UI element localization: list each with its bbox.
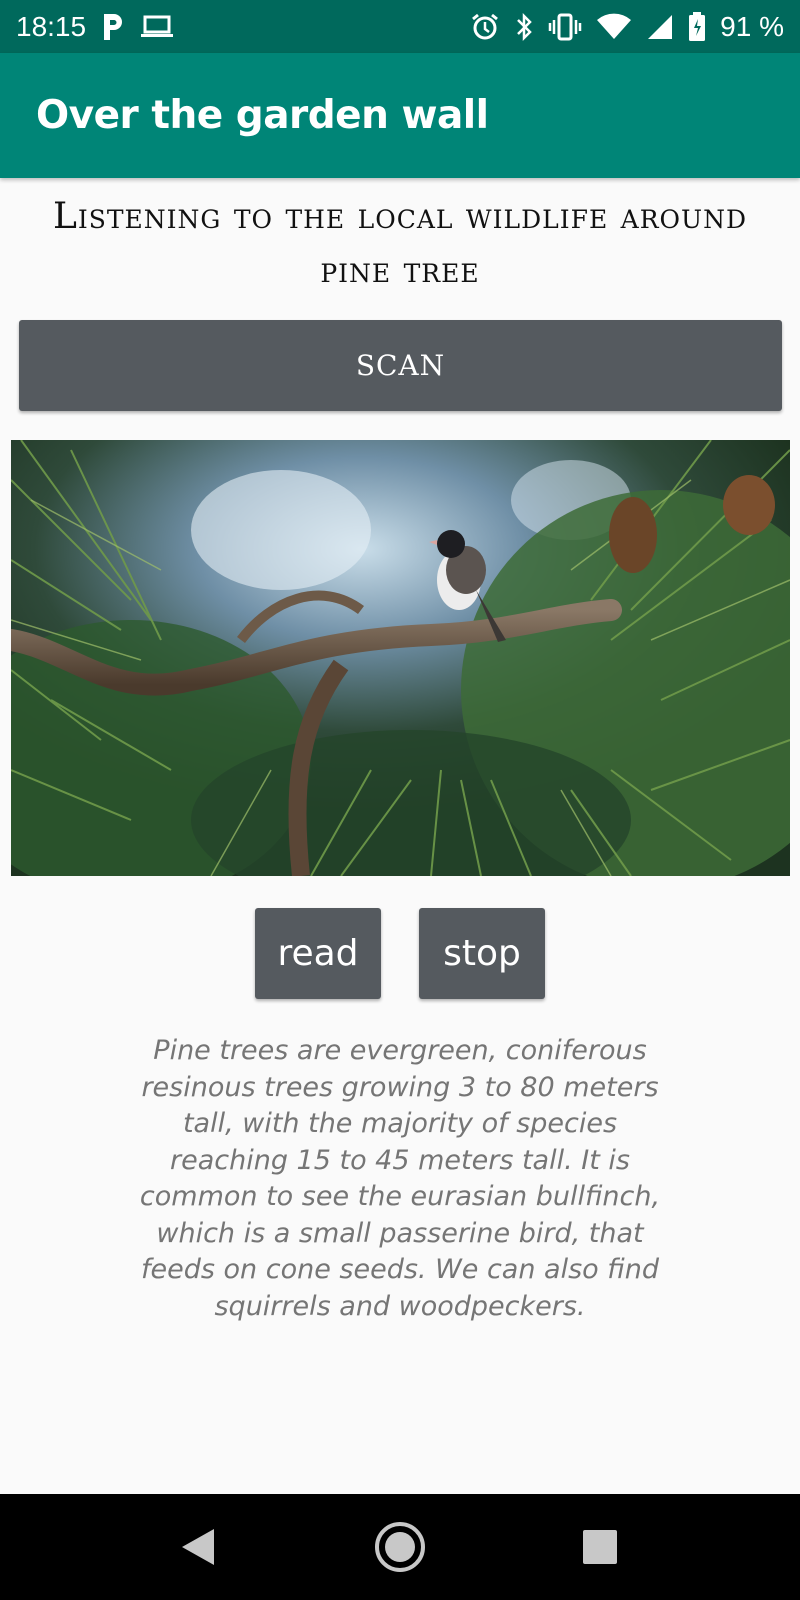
- status-time: 18:15: [16, 10, 87, 42]
- page-headline: Listening to the local wildlife around p…: [52, 196, 748, 291]
- status-bar: 18:15 91 %: [0, 0, 800, 53]
- laptop-icon: [140, 11, 174, 43]
- bluetooth-icon: [514, 11, 534, 43]
- battery-percent: 91 %: [720, 10, 784, 42]
- nav-bar: [0, 1494, 800, 1600]
- bird-on-pine-branch-image: [11, 440, 790, 876]
- stop-button[interactable]: stop: [419, 908, 545, 999]
- signal-icon: [646, 11, 674, 43]
- status-left: 18:15: [16, 11, 174, 43]
- app-title: Over the garden wall: [36, 93, 489, 138]
- vibrate-icon: [548, 11, 582, 43]
- home-icon[interactable]: [373, 1520, 427, 1574]
- description-text: Pine trees are evergreen, coniferous res…: [139, 1035, 661, 1322]
- alarm-icon: [470, 11, 500, 43]
- status-right: 91 %: [470, 11, 784, 43]
- app-bar: Over the garden wall: [0, 53, 800, 178]
- parking-icon: [100, 11, 126, 43]
- wifi-icon: [596, 11, 632, 43]
- recents-icon[interactable]: [573, 1520, 627, 1574]
- scan-button[interactable]: SCAN: [19, 320, 782, 411]
- battery-icon: [688, 11, 706, 43]
- back-icon[interactable]: [171, 1520, 225, 1574]
- read-button[interactable]: read: [255, 908, 381, 999]
